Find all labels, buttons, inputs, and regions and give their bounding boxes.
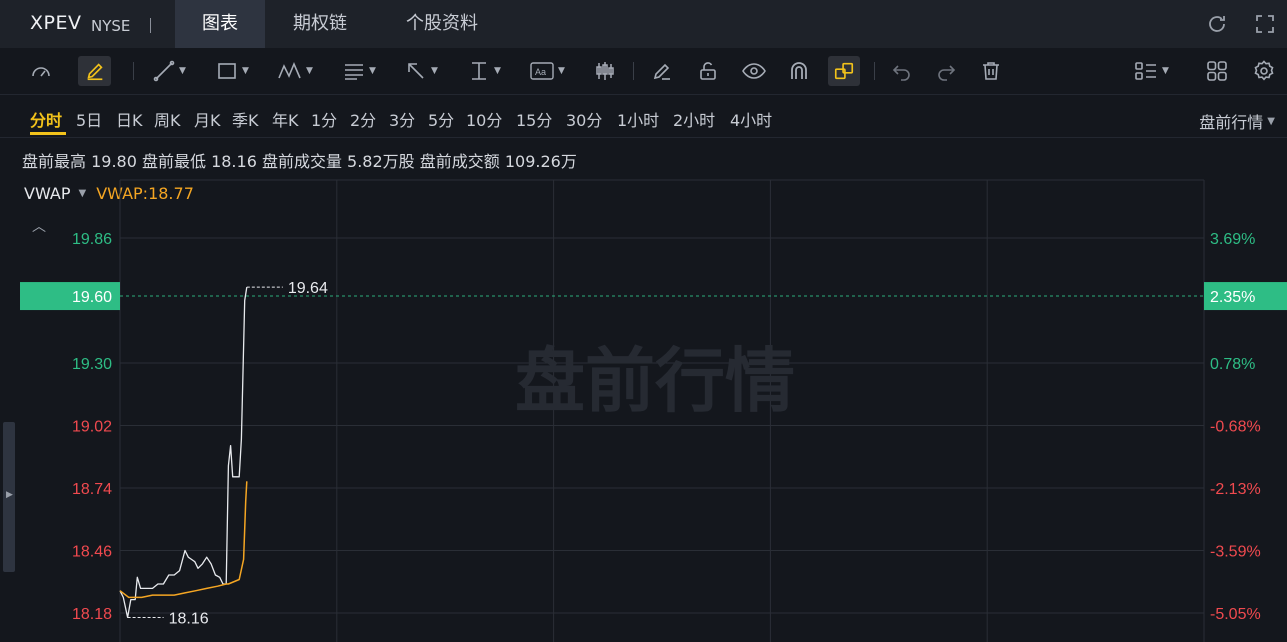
price-chart[interactable]: 盘前行情 19.60 2.35% 19.6418.16 19.86 3.69%19.… (0, 0, 1287, 642)
axis-labels: 19.86 3.69% 19.30 0.78% 19.02 -0.68% 18.74 -2.1… (72, 231, 1261, 623)
y-tick-label-right: 3.69% (1210, 231, 1255, 248)
y-tick-label-left: 19.02 (72, 419, 112, 436)
y-tick-label-left: 18.74 (72, 481, 112, 498)
series-layer: 19.64 18.16 (119, 280, 328, 627)
y-tick-label-right: -2.13% (1210, 481, 1261, 498)
y-tick-label-left: 19.86 (72, 231, 112, 248)
y-tick-label-left: 18.46 (72, 543, 112, 560)
current-price-layer: 19.60 2.35% (20, 282, 1287, 311)
series-line-price (119, 286, 248, 619)
low-marker-label: 18.16 (169, 610, 209, 627)
y-tick-label-right: -5.05% (1210, 606, 1261, 623)
current-price-value: 19.60 (72, 289, 112, 306)
y-tick-label-left: 18.18 (72, 606, 112, 623)
y-tick-label-right: -0.68% (1210, 419, 1261, 436)
chart-watermark: 盘前行情 (515, 340, 795, 422)
y-tick-label-left: 19.30 (72, 356, 112, 373)
current-change-value: 2.35% (1210, 289, 1255, 306)
y-tick-label-right: 0.78% (1210, 356, 1255, 373)
y-tick-label-right: -3.59% (1210, 543, 1261, 560)
high-marker-label: 19.64 (288, 280, 328, 297)
